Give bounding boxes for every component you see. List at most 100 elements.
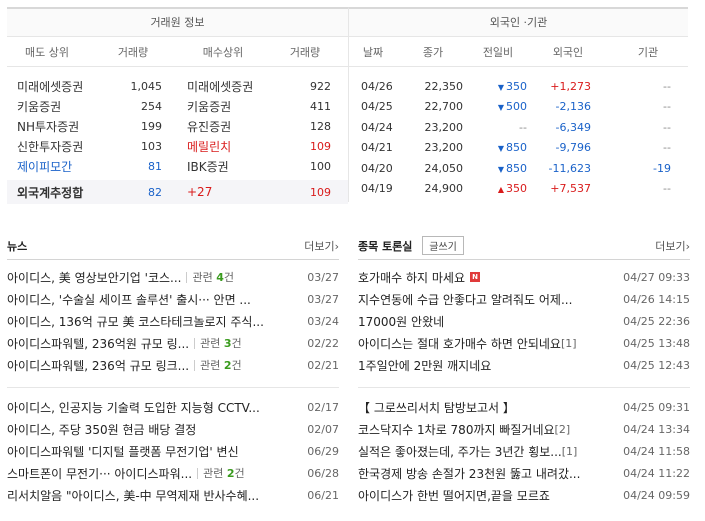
news-date: 06/28 [307,466,339,480]
triangle-down-icon: ▼ [497,103,504,113]
row-institution: -- [663,100,671,114]
header-close: 종가 [422,45,444,59]
post-title[interactable]: 코스닥지수 1차로 780까지 빠질거네요 [358,421,555,438]
news-headline[interactable]: 리서치알음 "아이디스, 美-中 무역제재 반사수혜... [7,487,259,504]
list-item[interactable]: 아이디스파워텔, 236억 규모 링크... 관련 2건 02/21 [7,354,339,376]
row-foreign: -2,136 [555,100,591,114]
list-item[interactable]: 스마트폰이 무전기··· 아이디스파워... 관련 2건 06/28 [7,462,339,484]
related-count[interactable]: 관련 2건 [194,359,242,371]
post-date: 04/25 22:36 [623,314,690,328]
board-more-link[interactable]: 더보기› [655,238,690,254]
broker-row: 제이피모간 81 IBK증권 100 [7,156,348,176]
board-list: 호가매수 하지 마세요 N 04/27 09:33 지수연동에 수급 안좋다고 알… [358,260,690,506]
news-headline[interactable]: 아이디스, 美 영상보안기업 '코스... [7,269,181,286]
list-item[interactable]: 아이디스, 136억 규모 美 코스타테크놀로지 주식... 03/24 [7,310,339,332]
news-headline[interactable]: 아이디스파워텔, 236억 규모 링크... [7,357,189,374]
buy-broker-name[interactable]: 유진증권 [162,118,274,135]
post-title[interactable]: 【 그로쓰리서치 탐방보고서 】 [358,399,515,416]
table-row: 04/19 24,900 ▲ 350 +7,537 -- [349,179,688,200]
post-title[interactable]: 호가매수 하지 마세요 [358,269,465,286]
related-count[interactable]: 관련 2건 [197,467,245,479]
list-item[interactable]: 실적은 좋아졌는데, 주가는 3년간 횡보... [1] 04/24 11:58 [358,440,690,462]
sell-broker-name[interactable]: 미래에셋증권 [7,78,117,95]
row-date: 04/26 [361,79,393,93]
buy-broker-name[interactable]: 미래에셋증권 [162,78,274,95]
post-title[interactable]: 아이디스가 한번 떨어지면,끝을 모르죠 [358,487,550,504]
sell-broker-name[interactable]: 키움증권 [7,98,117,115]
post-title[interactable]: 지수연동에 수급 안좋다고 알려줘도 어제... [358,291,572,308]
sell-broker-name[interactable]: NH투자증권 [7,118,117,135]
news-headline[interactable]: 아이디스, 136억 규모 美 코스타테크놀로지 주식... [7,313,264,330]
foreign-total-buy-volume: 109 [310,185,331,199]
sell-broker-name-foreign[interactable]: 제이피모간 [7,158,117,175]
list-item[interactable]: 아이디스는 절대 호가매수 하면 안되네요 [1] 04/25 13:48 [358,332,690,354]
row-institution: -19 [653,161,671,175]
buy-volume: 922 [310,79,331,93]
board-title: 종목 토론실 [358,240,413,253]
post-title[interactable]: 17000원 안왔네 [358,313,444,330]
row-foreign: +1,273 [550,79,591,93]
row-date: 04/21 [361,141,393,155]
news-date: 02/07 [307,422,339,436]
news-headline[interactable]: 아이디스, '수술실 세이프 솔루션' 출시··· 안면 ... [7,291,251,308]
row-foreign: -11,623 [548,161,591,175]
write-post-button[interactable]: 글쓰기 [422,236,464,255]
news-headline[interactable]: 아이디스, 주당 350원 현금 배당 결정 [7,421,196,438]
list-item[interactable]: 1주일안에 2만원 깨지네요 04/25 12:43 [358,354,690,376]
sell-volume: 103 [141,139,162,153]
post-title[interactable]: 아이디스는 절대 호가매수 하면 안되네요 [358,335,561,352]
post-date: 04/24 13:34 [623,422,690,436]
row-institution: -- [663,182,671,196]
list-item[interactable]: 리서치알음 "아이디스, 美-中 무역제재 반사수혜... 06/21 [7,484,339,506]
row-institution: -- [663,141,671,155]
list-item[interactable]: 아이디스파워텔, 236억원 규모 링... 관련 3건 02/22 [7,332,339,354]
sell-broker-name[interactable]: 신한투자증권 [7,138,117,155]
more-label: 더보기 [304,239,335,253]
buy-broker-name-foreign[interactable]: 메릴린치 [162,138,274,155]
list-item[interactable]: 【 그로쓰리서치 탐방보고서 】 04/25 09:31 [358,396,690,418]
post-date: 04/25 12:43 [623,358,690,372]
header-sell-top: 매도 상위 [25,45,69,59]
triangle-down-icon: ▼ [497,144,504,154]
buy-broker-name[interactable]: IBK증권 [162,158,274,175]
list-item[interactable]: 아이디스, 인공지능 기술력 도입한 지능형 CCTV... 02/17 [7,396,339,418]
sell-volume: 1,045 [130,79,163,93]
list-item[interactable]: 17000원 안왔네 04/25 22:36 [358,310,690,332]
foreign-total-diff: +27 [187,185,213,199]
broker-info-title: 거래원 정보 [7,9,348,37]
foreign-institution-panel: 외국인 ·기관 날짜 종가 전일비 외국인 기관 04/26 22,350 ▼ 3… [348,7,688,202]
row-close: 22,350 [424,79,464,93]
post-title[interactable]: 한국경제 방송 손절가 23천원 뚫고 내려갔... [358,465,580,482]
related-count[interactable]: 관련 4건 [186,271,234,283]
chevron-right-icon: › [334,239,339,253]
news-headline[interactable]: 아이디스, 인공지능 기술력 도입한 지능형 CCTV... [7,399,260,416]
news-more-link[interactable]: 더보기› [304,238,339,254]
news-headline[interactable]: 스마트폰이 무전기··· 아이디스파워... [7,465,192,482]
list-item[interactable]: 아이디스, 주당 350원 현금 배당 결정 02/07 [7,418,339,440]
broker-info-header: 매도 상위 거래량 매수상위 거래량 [7,37,348,67]
list-item[interactable]: 아이디스파워텔 '디지털 플랫폼 무전기업' 변신 06/29 [7,440,339,462]
post-title[interactable]: 실적은 좋아졌는데, 주가는 3년간 횡보... [358,443,562,460]
list-item[interactable]: 아이디스가 한번 떨어지면,끝을 모르죠 04/24 09:59 [358,484,690,506]
list-item[interactable]: 코스닥지수 1차로 780까지 빠질거네요 [2] 04/24 13:34 [358,418,690,440]
news-headline[interactable]: 아이디스파워텔 '디지털 플랫폼 무전기업' 변신 [7,443,239,460]
row-close: 23,200 [424,120,464,134]
broker-row: 신한투자증권 103 메릴린치 109 [7,136,348,156]
list-item[interactable]: 한국경제 방송 손절가 23천원 뚫고 내려갔... 04/24 11:22 [358,462,690,484]
buy-broker-name[interactable]: 키움증권 [162,98,274,115]
list-item[interactable]: 아이디스, '수술실 세이프 솔루션' 출시··· 안면 ... 03/27 [7,288,339,310]
row-change: -- [519,120,527,134]
news-headline[interactable]: 아이디스파워텔, 236억원 규모 링... [7,335,189,352]
list-item[interactable]: 호가매수 하지 마세요 N 04/27 09:33 [358,266,690,288]
row-institution: -- [663,79,671,93]
post-title[interactable]: 1주일안에 2만원 깨지네요 [358,357,491,374]
list-item[interactable]: 지수연동에 수급 안좋다고 알려줘도 어제... 04/26 14:15 [358,288,690,310]
news-title: 뉴스 [7,239,28,253]
post-date: 04/24 11:22 [623,466,690,480]
comment-count: [1] [561,444,578,458]
board-header: 종목 토론실 글쓰기 더보기› [358,232,690,260]
related-count[interactable]: 관련 3건 [194,337,242,349]
header-buy-top: 매수상위 [202,45,244,59]
list-item[interactable]: 아이디스, 美 영상보안기업 '코스... 관련 4건 03/27 [7,266,339,288]
foreign-inst-rows: 04/26 22,350 ▼ 350 +1,273 -- 04/25 22,700… [349,67,688,199]
